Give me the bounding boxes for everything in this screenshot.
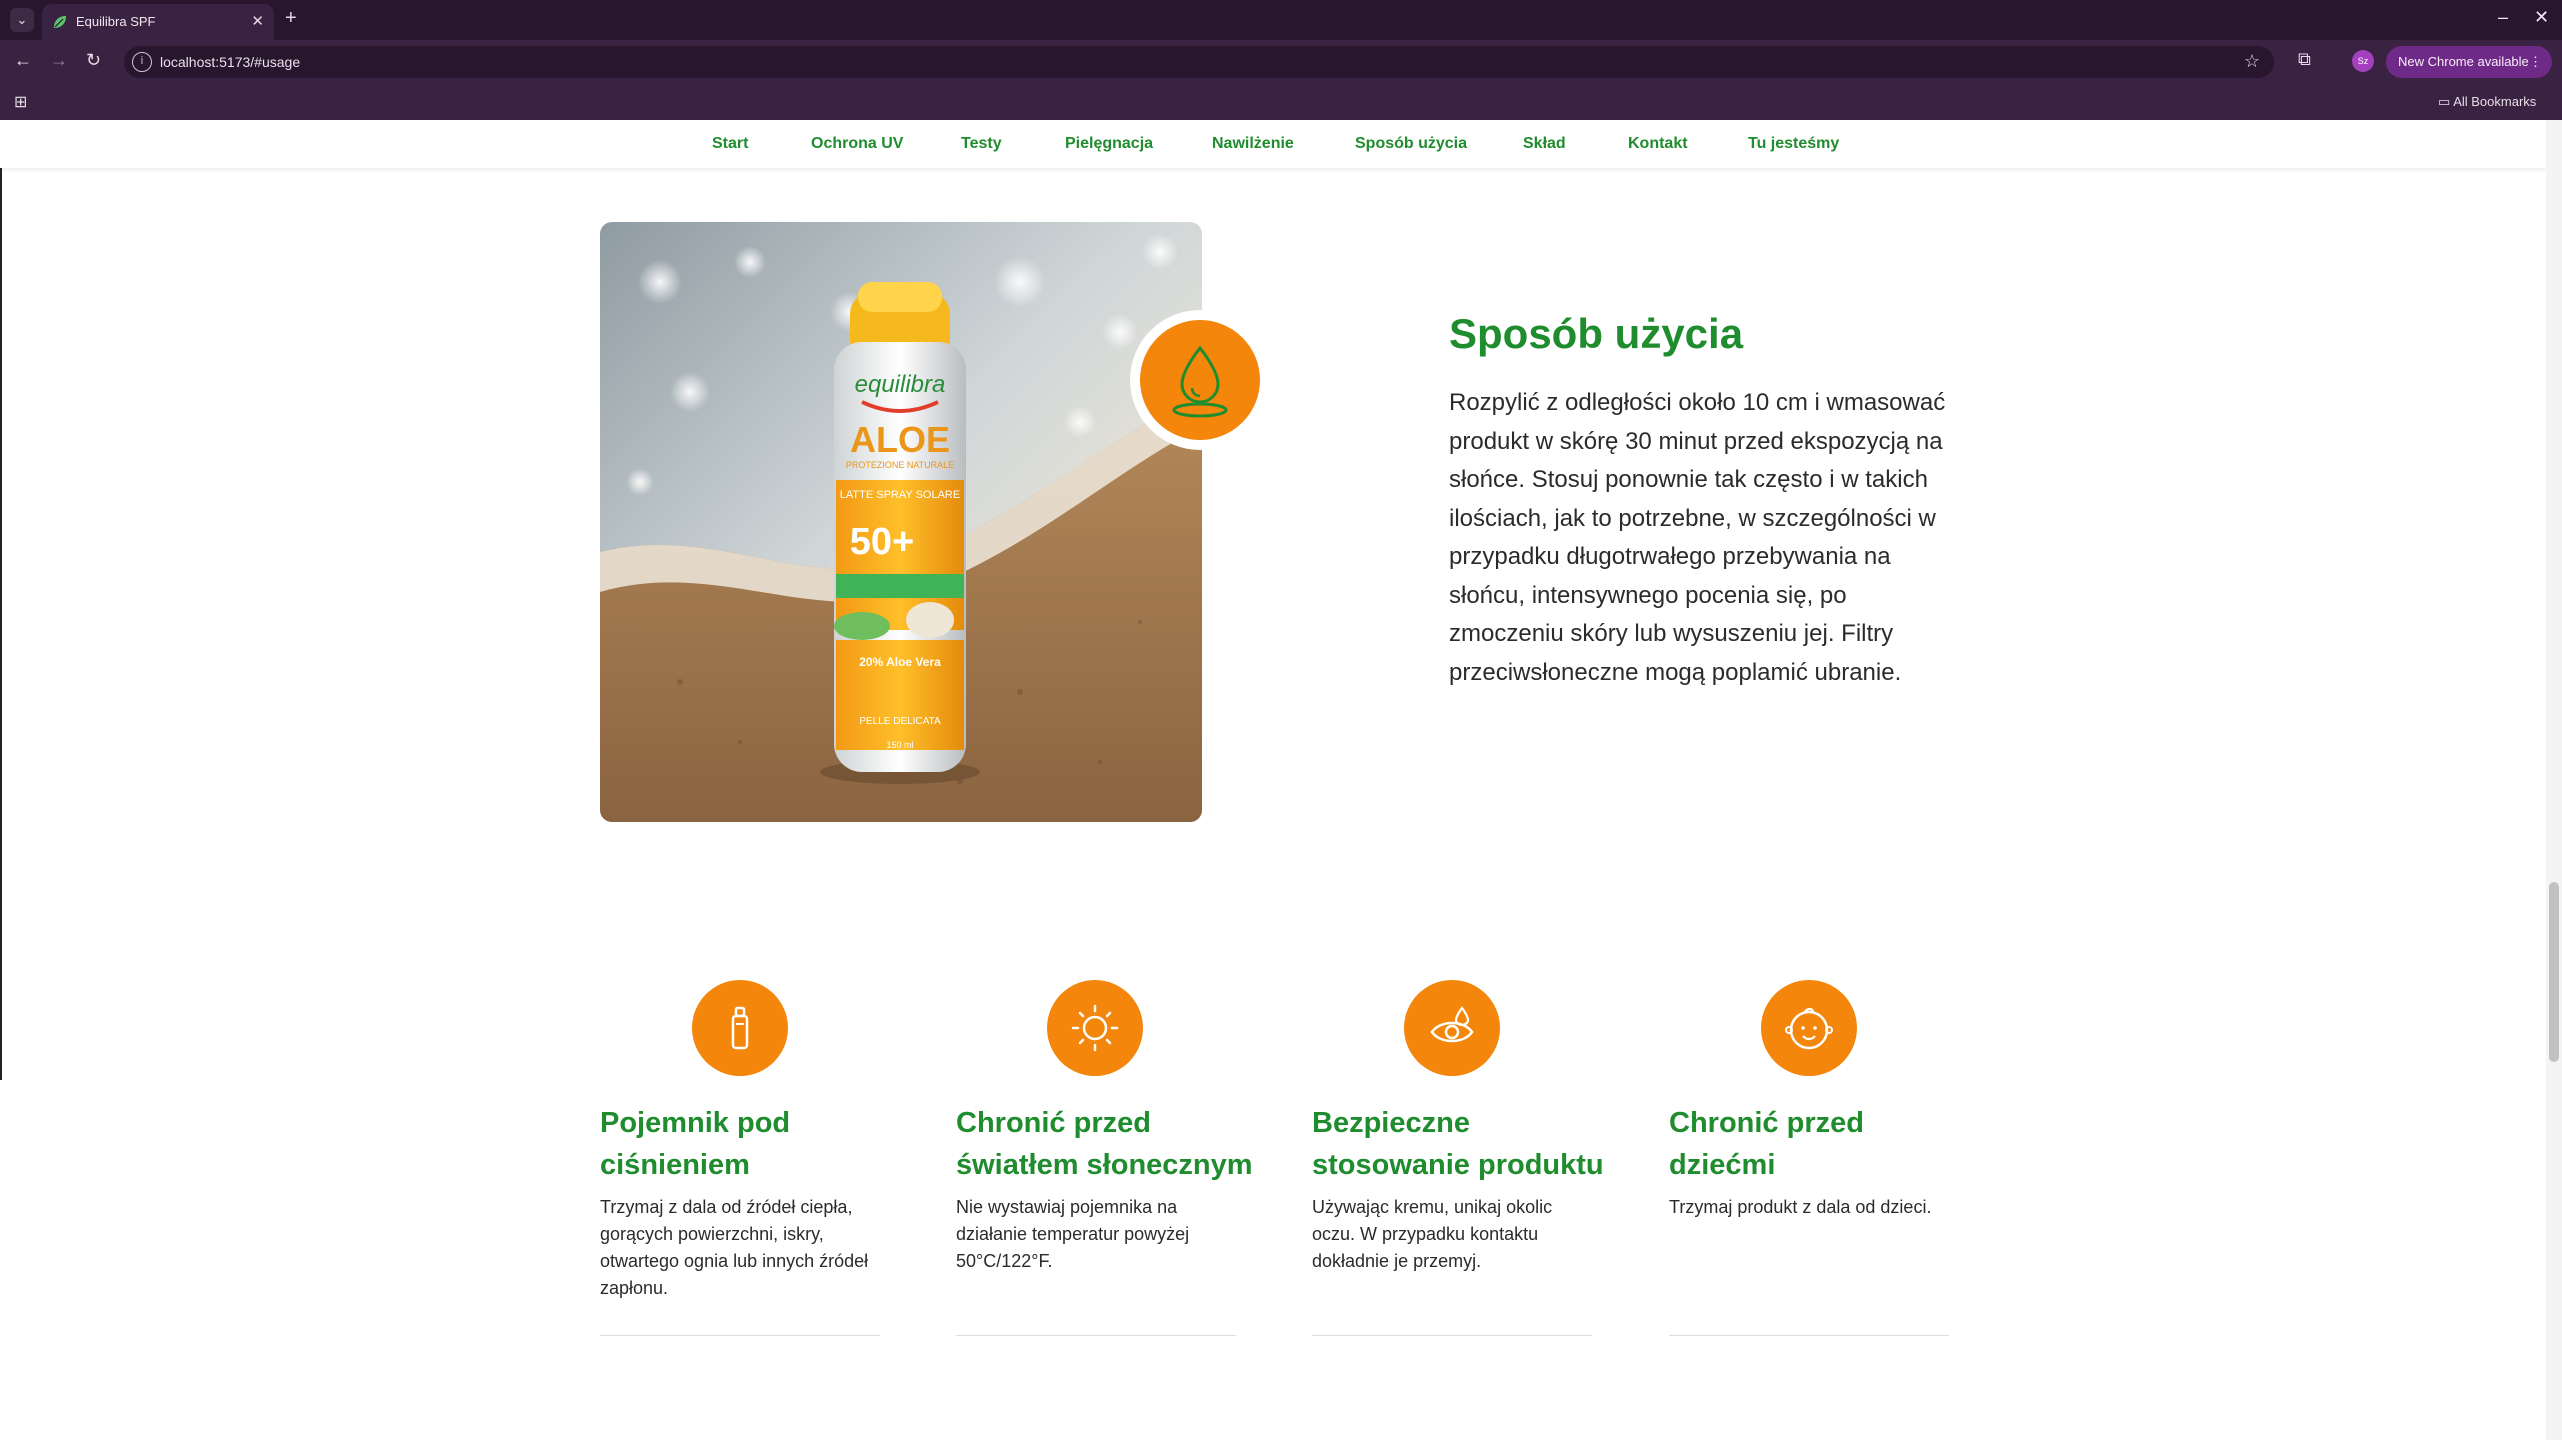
forward-icon[interactable]: → (50, 50, 68, 71)
can-name: ALOE (850, 419, 950, 460)
nav-sposob-uzycia[interactable]: Sposób użycia (1355, 135, 1467, 153)
baby-face-icon (1761, 980, 1857, 1076)
all-bookmarks-label: All Bookmarks (2453, 94, 2537, 109)
apps-grid-icon[interactable]: ⊞ (14, 92, 27, 112)
site-navigation: Start Ochrona UV Testy Pielęgnacja Nawil… (0, 120, 2546, 168)
feature-sunlight: Chronić przed światłem słonecznym Nie wy… (956, 980, 1253, 1336)
page-viewport: Start Ochrona UV Testy Pielęgnacja Nawil… (0, 120, 2562, 1440)
active-tab[interactable]: Equilibra SPF ✕ (42, 4, 274, 40)
reload-icon[interactable]: ↻ (86, 50, 101, 71)
new-tab-icon[interactable]: + (285, 7, 297, 30)
feature-children: Chronić przed dziećmi Trzymaj produkt z … (1669, 980, 1949, 1336)
tab-strip: ⌄ Equilibra SPF ✕ + – ✕ (0, 0, 2562, 40)
spray-can-icon (692, 980, 788, 1076)
feature-title: Chronić przed dziećmi (1669, 1107, 1864, 1181)
product-beach-image: equilibra ALOE PROTEZIONE NATURALE LATTE… (600, 222, 1202, 822)
usage-description: Rozpylić z odległości około 10 cm i wmas… (1449, 389, 1946, 686)
chrome-update-button[interactable]: New Chrome available ⋮ (2386, 46, 2552, 78)
bookmark-star-icon[interactable]: ☆ (2244, 51, 2260, 72)
minimize-icon[interactable]: – (2498, 7, 2508, 28)
can-type: LATTE SPRAY SOLARE (840, 489, 960, 501)
address-bar[interactable]: i localhost:5173/#usage ☆ (124, 46, 2274, 78)
nav-tu-jestesmy[interactable]: Tu jesteśmy (1748, 135, 1839, 153)
nav-testy[interactable]: Testy (961, 135, 1002, 153)
sun-icon (1047, 980, 1143, 1076)
can-aloe: 20% Aloe Vera (859, 655, 941, 669)
can-spf: 50+ (850, 521, 914, 563)
tab-title: Equilibra SPF (76, 14, 156, 29)
feature-title: Bezpieczne stosowanie produktu (1312, 1107, 1604, 1181)
all-bookmarks-button[interactable]: ▭ All Bookmarks (2438, 94, 2536, 110)
site-info-icon[interactable]: i (132, 52, 152, 72)
nav-start[interactable]: Start (712, 135, 748, 153)
water-drop-icon (1140, 320, 1260, 440)
bookmarks-bar: ⊞ ▭ All Bookmarks (0, 84, 2562, 120)
eye-drop-icon (1404, 980, 1500, 1076)
nav-sklad[interactable]: Skład (1523, 135, 1566, 153)
drop-badge (1130, 310, 1270, 450)
kebab-menu-icon: ⋮ (2529, 54, 2542, 69)
browser-toolbar: ← → ↻ i localhost:5173/#usage ☆ ⧉ Sz New… (0, 40, 2562, 84)
update-label: New Chrome available (2398, 54, 2529, 69)
feature-text: Używając kremu, unikaj okolic oczu. W pr… (1312, 1197, 1553, 1271)
nav-nawilzenie[interactable]: Nawilżenie (1212, 135, 1294, 153)
can-brand: equilibra (855, 371, 946, 398)
scrollbar[interactable] (2546, 120, 2562, 1440)
tab-search-button[interactable]: ⌄ (10, 8, 34, 32)
feature-text: Trzymaj z dala od źródeł ciepła, gorącyc… (600, 1197, 869, 1298)
profile-avatar[interactable]: Sz (2352, 50, 2374, 72)
leaf-favicon-icon (54, 16, 66, 28)
usage-title: Sposób użycia (1449, 310, 1744, 357)
back-icon[interactable]: ← (14, 50, 32, 71)
feature-pressurized-container: Pojemnik pod ciśnieniem Trzymaj z dala o… (600, 980, 880, 1336)
can-skin: PELLE DELICATA (859, 716, 941, 727)
nav-kontakt[interactable]: Kontakt (1628, 135, 1688, 153)
left-border (0, 120, 2, 1080)
can-subtitle: PROTEZIONE NATURALE (846, 460, 954, 470)
feature-safe-use: Bezpieczne stosowanie produktu Używając … (1312, 980, 1604, 1336)
close-window-icon[interactable]: ✕ (2534, 7, 2549, 28)
nav-ochrona-uv[interactable]: Ochrona UV (811, 135, 903, 153)
feature-text: Trzymaj produkt z dala od dzieci. (1669, 1197, 1932, 1217)
scrollbar-thumb[interactable] (2549, 882, 2559, 1062)
feature-text: Nie wystawiaj pojemnika na działanie tem… (956, 1197, 1190, 1271)
tab-close-icon[interactable]: ✕ (251, 12, 264, 30)
nav-pielegnacja[interactable]: Pielęgnacja (1065, 135, 1153, 153)
url-text: localhost:5173/#usage (160, 54, 301, 70)
extensions-icon[interactable]: ⧉ (2298, 49, 2311, 70)
feature-title: Chronić przed światłem słonecznym (956, 1107, 1253, 1181)
feature-title: Pojemnik pod ciśnieniem (600, 1107, 791, 1181)
can-volume: 150 ml (886, 740, 913, 750)
folder-icon: ▭ (2438, 94, 2451, 109)
